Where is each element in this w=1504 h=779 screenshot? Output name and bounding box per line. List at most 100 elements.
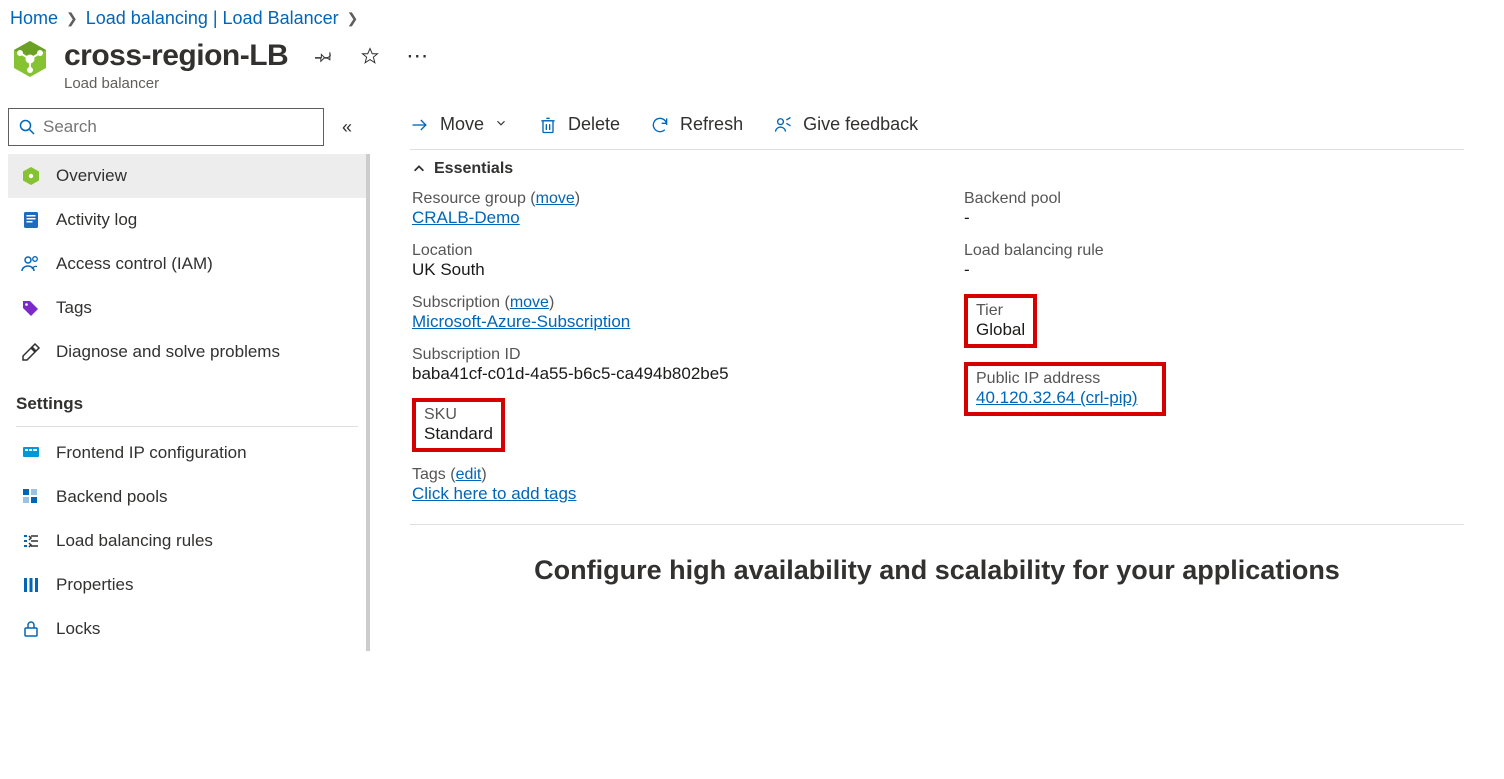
collapse-sidebar-icon[interactable]: « (342, 117, 352, 138)
tags-icon (20, 297, 42, 319)
breadcrumb-parent[interactable]: Load balancing | Load Balancer (86, 8, 339, 29)
resource-group-link[interactable]: CRALB-Demo (412, 208, 520, 227)
sidebar-item-label: Activity log (56, 210, 137, 230)
sidebar-section-settings: Settings (8, 374, 366, 422)
feedback-button[interactable]: Give feedback (773, 114, 918, 135)
sidebar-item-overview[interactable]: Overview (8, 154, 366, 198)
field-value: - (964, 208, 1456, 228)
sidebar-item-label: Frontend IP configuration (56, 443, 247, 463)
sidebar-item-activity-log[interactable]: Activity log (8, 198, 366, 242)
field-label: Tier (976, 302, 1025, 320)
sidebar-item-label: Access control (IAM) (56, 254, 213, 274)
sidebar-item-backend-pools[interactable]: Backend pools (8, 475, 366, 519)
move-link[interactable]: move (536, 190, 575, 207)
sidebar-item-label: Diagnose and solve problems (56, 342, 280, 362)
iam-icon (20, 253, 42, 275)
essentials-subscription: Subscription (move) Microsoft-Azure-Subs… (412, 294, 904, 332)
sidebar-item-label: Overview (56, 166, 127, 186)
field-label: Resource group (412, 190, 526, 207)
cmd-label: Delete (568, 114, 620, 135)
page-subtitle: Load balancer (64, 75, 430, 92)
page-header: cross-region-LB ⋯ Load balancer (0, 35, 1504, 102)
field-label: SKU (424, 406, 493, 424)
field-label: Tags (412, 466, 446, 483)
essentials-tier: Tier Global (964, 294, 1456, 348)
sidebar-item-label: Properties (56, 575, 133, 595)
cmd-label: Move (440, 114, 484, 135)
backend-pools-icon (20, 486, 42, 508)
load-balancer-icon (10, 39, 50, 79)
highlight-box: Public IP address 40.120.32.64 (crl-pip) (964, 362, 1166, 416)
essentials-backend-pool: Backend pool - (964, 190, 1456, 228)
field-label: Public IP address (976, 370, 1138, 388)
hero-heading: Configure high availability and scalabil… (410, 525, 1464, 586)
essentials-label: Essentials (434, 160, 513, 178)
edit-link[interactable]: edit (456, 466, 482, 483)
star-icon[interactable] (360, 46, 380, 66)
sidebar-item-label: Tags (56, 298, 92, 318)
move-link[interactable]: move (510, 294, 549, 311)
public-ip-link[interactable]: 40.120.32.64 (crl-pip) (976, 388, 1138, 407)
essentials-lb-rule: Load balancing rule - (964, 242, 1456, 280)
essentials-panel: Resource group (move) CRALB-Demo Locatio… (410, 186, 1464, 525)
essentials-sku: SKU Standard (412, 398, 904, 452)
search-input[interactable] (43, 117, 313, 137)
field-value: UK South (412, 260, 904, 280)
divider (16, 426, 358, 427)
chevron-right-icon: ❯ (64, 10, 80, 27)
sidebar-item-diagnose[interactable]: Diagnose and solve problems (8, 330, 366, 374)
frontend-ip-icon (20, 442, 42, 464)
chevron-up-icon (412, 162, 426, 176)
sidebar-item-frontend-ip[interactable]: Frontend IP configuration (8, 431, 366, 475)
diagnose-icon (20, 341, 42, 363)
subscription-link[interactable]: Microsoft-Azure-Subscription (412, 312, 630, 331)
essentials-toggle[interactable]: Essentials (410, 150, 1464, 186)
essentials-public-ip: Public IP address 40.120.32.64 (crl-pip) (964, 362, 1456, 416)
sidebar-search[interactable] (8, 108, 324, 146)
search-icon (19, 119, 35, 135)
field-label: Backend pool (964, 190, 1456, 208)
breadcrumb-home[interactable]: Home (10, 8, 58, 29)
command-bar: Move Delete Refresh Give feedback (410, 108, 1464, 150)
page-title: cross-region-LB (64, 39, 288, 73)
field-value: - (964, 260, 1456, 280)
sidebar-item-locks[interactable]: Locks (8, 607, 366, 651)
properties-icon (20, 574, 42, 596)
move-button[interactable]: Move (410, 114, 508, 135)
field-value: Standard (424, 424, 493, 444)
sidebar-item-properties[interactable]: Properties (8, 563, 366, 607)
activity-log-icon (20, 209, 42, 231)
field-label: Subscription ID (412, 346, 904, 364)
add-tags-link[interactable]: Click here to add tags (412, 484, 576, 503)
overview-icon (20, 165, 42, 187)
field-label: Location (412, 242, 904, 260)
breadcrumb: Home ❯ Load balancing | Load Balancer ❯ (0, 0, 1504, 35)
highlight-box: SKU Standard (412, 398, 505, 452)
field-label: Load balancing rule (964, 242, 1456, 260)
sidebar-item-iam[interactable]: Access control (IAM) (8, 242, 366, 286)
pin-icon[interactable] (314, 46, 334, 66)
move-icon (410, 115, 430, 135)
main-content: Move Delete Refresh Give feedback Essent… (370, 102, 1504, 671)
chevron-right-icon: ❯ (345, 10, 361, 27)
feedback-icon (773, 115, 793, 135)
sidebar: « Overview Activity log Access control (… (0, 102, 370, 671)
delete-button[interactable]: Delete (538, 114, 620, 135)
field-value: Global (976, 320, 1025, 340)
more-icon[interactable]: ⋯ (406, 51, 430, 61)
sidebar-item-label: Backend pools (56, 487, 168, 507)
essentials-location: Location UK South (412, 242, 904, 280)
refresh-button[interactable]: Refresh (650, 114, 743, 135)
lb-rules-icon (20, 530, 42, 552)
sidebar-item-label: Locks (56, 619, 100, 639)
field-label: Subscription (412, 294, 500, 311)
cmd-label: Refresh (680, 114, 743, 135)
sidebar-item-tags[interactable]: Tags (8, 286, 366, 330)
sidebar-item-label: Load balancing rules (56, 531, 213, 551)
refresh-icon (650, 115, 670, 135)
delete-icon (538, 115, 558, 135)
highlight-box: Tier Global (964, 294, 1037, 348)
chevron-down-icon (494, 114, 508, 135)
essentials-resource-group: Resource group (move) CRALB-Demo (412, 190, 904, 228)
sidebar-item-lb-rules[interactable]: Load balancing rules (8, 519, 366, 563)
